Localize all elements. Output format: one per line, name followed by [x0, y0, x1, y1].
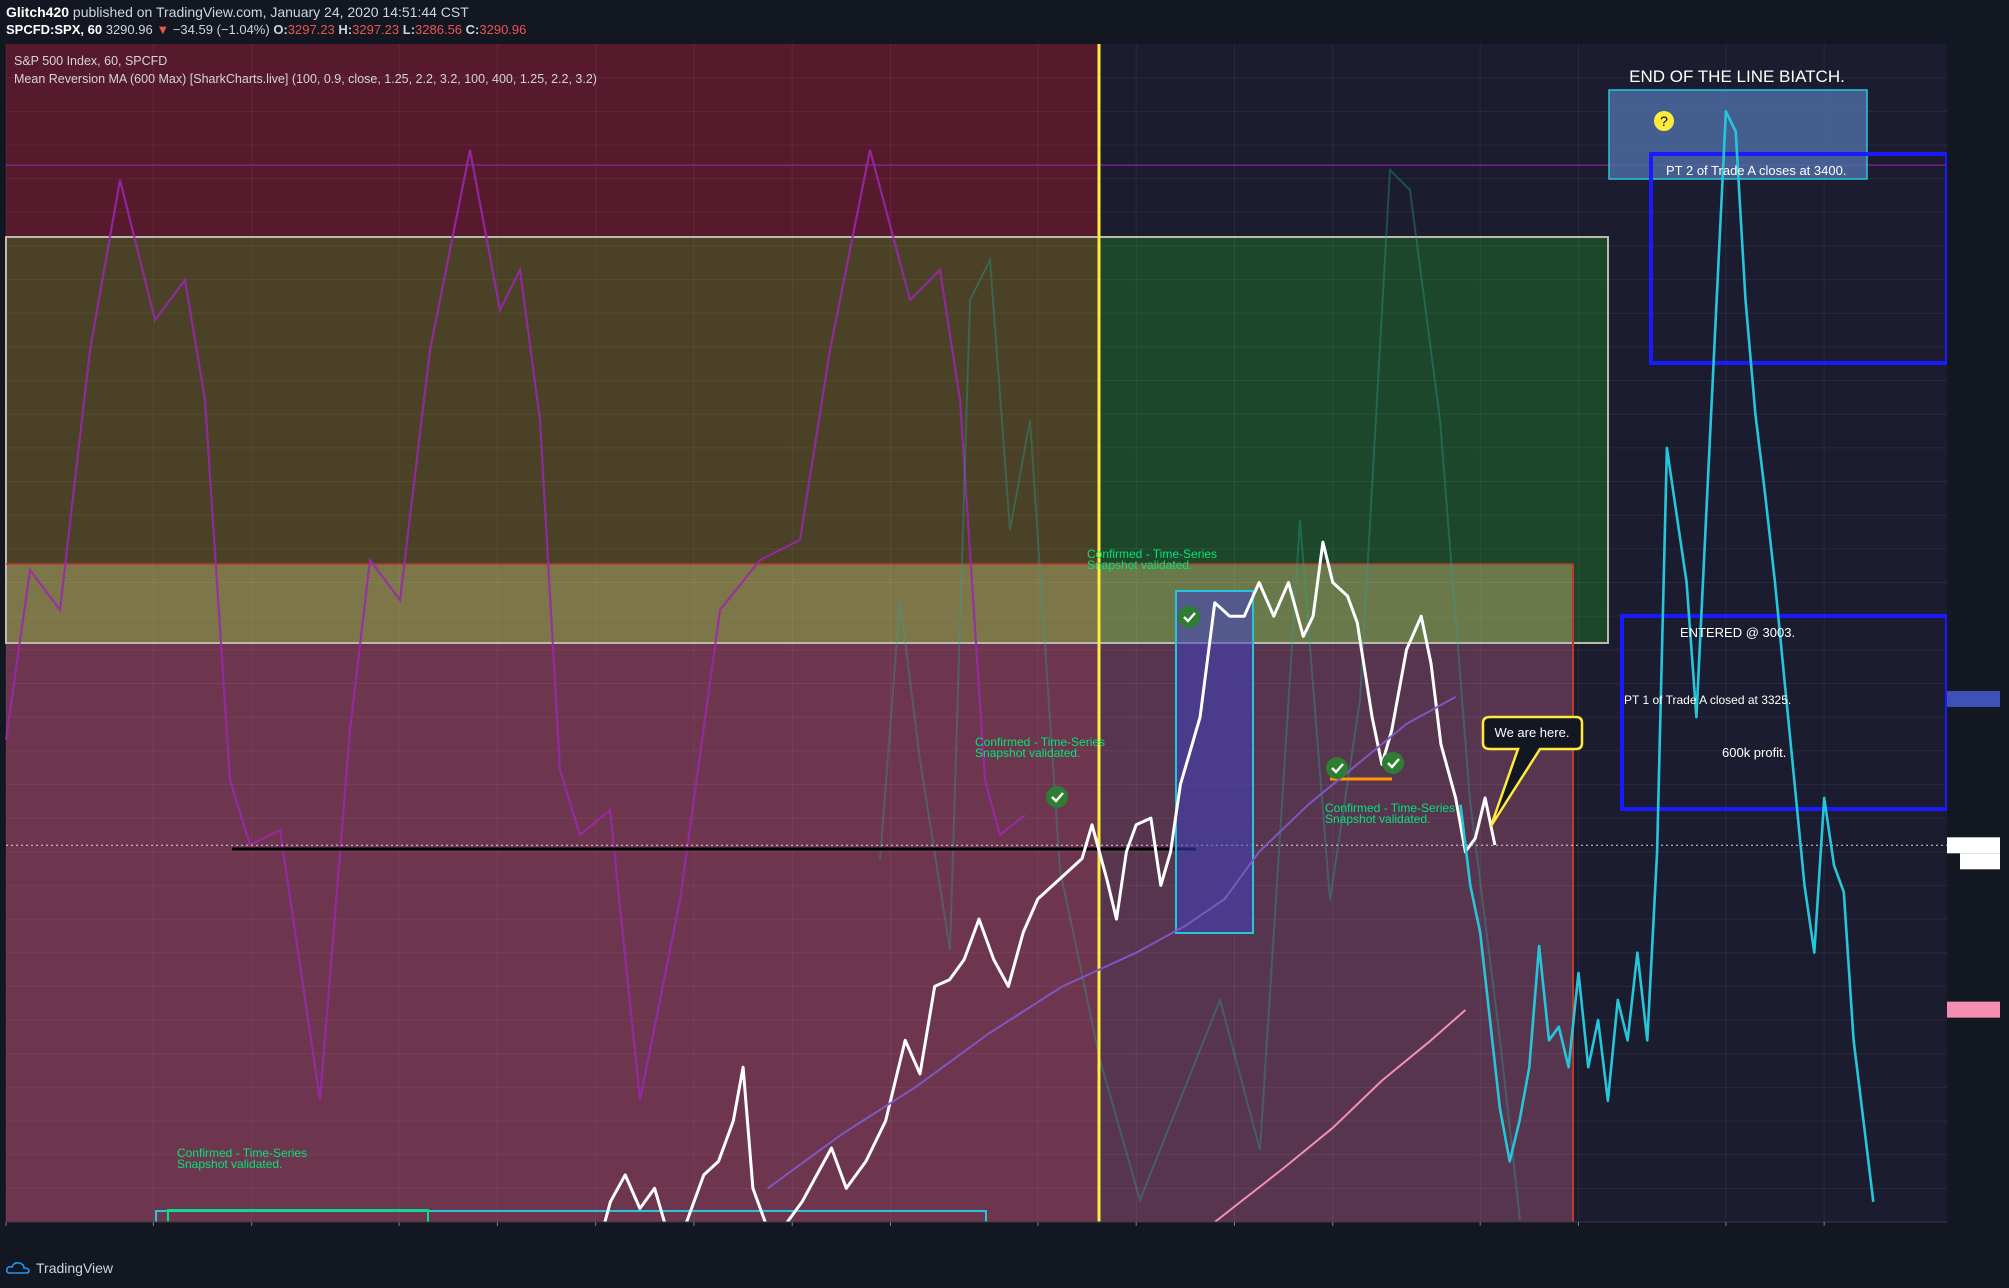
- countdown-bg: [1960, 853, 2000, 870]
- check-icon: [1178, 606, 1200, 628]
- pt1-label: PT 1 of Trade A closed at 3325.: [1624, 693, 1791, 707]
- snapshot-label: Snapshot validated.: [975, 746, 1080, 760]
- snapshot-label: Snapshot validated.: [1325, 812, 1430, 826]
- entered-label: ENTERED @ 3003.: [1680, 625, 1795, 640]
- price-tag-pink-bg: [1947, 1001, 2000, 1018]
- chart-legend: S&P 500 Index, 60, SPCFD Mean Reversion …: [14, 52, 597, 88]
- legend-symbol: S&P 500 Index, 60, SPCFD: [14, 54, 168, 68]
- end-of-line-label: END OF THE LINE BIATCH.: [1629, 67, 1845, 86]
- profit-label: 600k profit.: [1722, 745, 1786, 760]
- check-icon: [1382, 752, 1404, 774]
- price-tag-current-bg: [1947, 837, 2000, 854]
- brand-name: TradingView: [36, 1260, 114, 1276]
- price-axis-bg: [1947, 44, 2009, 1222]
- background-zones: [5, 44, 1947, 1222]
- question-glyph: ?: [1660, 113, 1668, 129]
- footer: TradingView: [0, 1250, 2009, 1288]
- price-chart[interactable]: Confirmed - Time-SeriesSnapshot validate…: [0, 0, 2009, 1288]
- snapshot-label: Snapshot validated.: [1087, 558, 1192, 572]
- check-icon: [1326, 757, 1348, 779]
- snapshot-label: Snapshot validated.: [177, 1157, 282, 1171]
- check-icon: [1046, 786, 1068, 808]
- cloud-icon: [6, 1262, 30, 1274]
- we-are-here-label: We are here.: [1495, 725, 1570, 740]
- legend-indicator[interactable]: Mean Reversion MA (600 Max) [SharkCharts…: [14, 70, 597, 88]
- time-axis-bg: [0, 1222, 2009, 1250]
- tradingview-logo[interactable]: TradingView: [6, 1260, 113, 1276]
- zone-tan-band: [6, 564, 1573, 643]
- pt2-label: PT 2 of Trade A closes at 3400.: [1666, 163, 1846, 178]
- price-tag-blue-bg: [1947, 690, 2000, 707]
